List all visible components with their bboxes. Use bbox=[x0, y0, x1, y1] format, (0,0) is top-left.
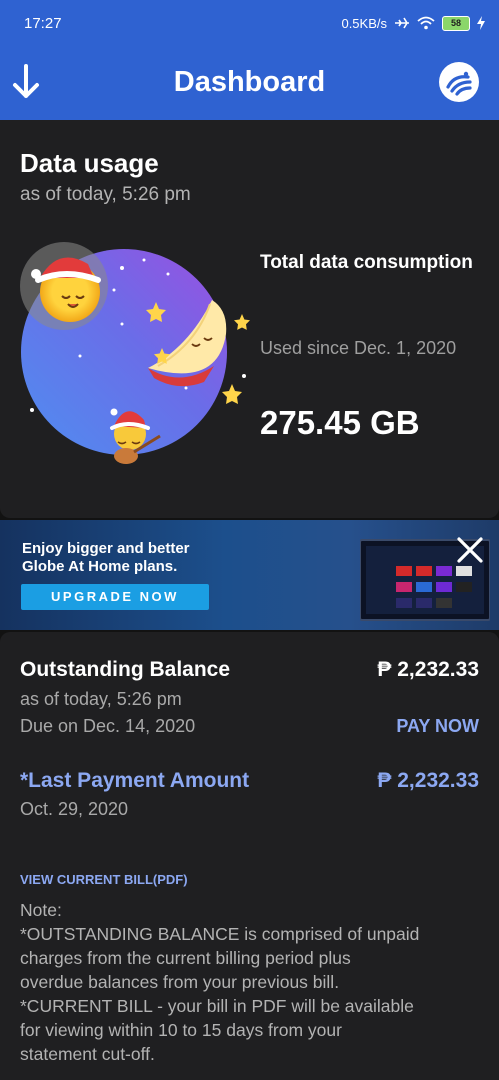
balance-as-of: as of today, 5:26 pm bbox=[20, 689, 182, 709]
note-line: charges from the current billing period … bbox=[20, 948, 351, 968]
data-usage-as-of: as of today, 5:26 pm bbox=[20, 184, 191, 205]
upgrade-promo-banner[interactable]: Enjoy bigger and better Globe At Home pl… bbox=[0, 520, 499, 630]
due-date: Due on Dec. 14, 2020 bbox=[20, 716, 196, 736]
total-data-value: 275.45 GB bbox=[260, 404, 420, 441]
promo-line-1: Enjoy bigger and better bbox=[22, 540, 190, 557]
note-line: for viewing within 10 to 15 days from yo… bbox=[20, 1020, 342, 1040]
total-consumption-label: Total data consumption bbox=[260, 252, 473, 273]
data-usage-card: Data usage as of today, 5:26 pm Total da… bbox=[0, 120, 499, 518]
note-line: statement cut-off. bbox=[20, 1044, 155, 1064]
christmas-moon-illustration bbox=[20, 242, 250, 464]
promo-line-2: Globe At Home plans. bbox=[22, 558, 178, 575]
close-banner-button[interactable] bbox=[454, 534, 486, 566]
last-payment-date: Oct. 29, 2020 bbox=[20, 799, 129, 819]
last-payment-label[interactable]: *Last Payment Amount bbox=[20, 769, 249, 793]
toolbar: Dashboard bbox=[0, 52, 499, 114]
upgrade-now-button[interactable]: UPGRADE NOW bbox=[21, 584, 209, 610]
promo-text: Enjoy bigger and better Globe At Home pl… bbox=[22, 540, 262, 576]
airplane-icon bbox=[395, 17, 409, 29]
status-time: 17:27 bbox=[24, 14, 62, 32]
note-line: *OUTSTANDING BALANCE is comprised of unp… bbox=[20, 924, 420, 944]
note-line: overdue balances from your previous bill… bbox=[20, 972, 340, 992]
last-payment-amount: ₱ 2,232.33 bbox=[377, 769, 479, 792]
billing-card: Outstanding Balance ₱ 2,232.33 as of tod… bbox=[0, 632, 499, 1080]
charging-icon bbox=[477, 16, 485, 30]
used-since-label: Used since Dec. 1, 2020 bbox=[260, 338, 457, 358]
globe-logo-button[interactable] bbox=[439, 62, 479, 102]
outstanding-balance-amount: ₱ 2,232.33 bbox=[377, 658, 479, 681]
billing-note: Note: *OUTSTANDING BALANCE is comprised … bbox=[20, 898, 486, 1066]
wifi-icon bbox=[417, 16, 435, 30]
page-title: Dashboard bbox=[173, 66, 326, 98]
status-icons: 0.5KB/s 58 bbox=[341, 15, 485, 31]
note-line: *CURRENT BILL - your bill in PDF will be… bbox=[20, 996, 414, 1016]
outstanding-balance-label: Outstanding Balance bbox=[20, 658, 231, 681]
network-speed: 0.5KB/s bbox=[341, 15, 387, 31]
view-current-bill-link[interactable]: VIEW CURRENT BILL(PDF) bbox=[20, 872, 188, 887]
globe-logo-icon bbox=[446, 71, 472, 96]
app-bar: 17:27 0.5KB/s 58 Dashboard bbox=[0, 0, 499, 120]
close-icon bbox=[457, 537, 483, 563]
battery-icon: 58 bbox=[442, 15, 470, 31]
pay-now-button[interactable]: PAY NOW bbox=[396, 716, 479, 737]
status-bar: 17:27 0.5KB/s 58 bbox=[0, 0, 499, 46]
data-usage-title: Data usage bbox=[20, 148, 159, 178]
note-line: Note: bbox=[20, 900, 62, 920]
